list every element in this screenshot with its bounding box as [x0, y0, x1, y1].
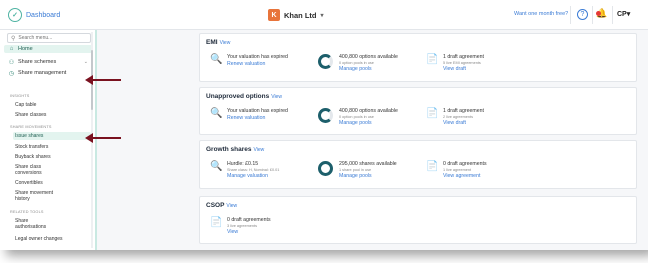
- company-badge: K: [268, 9, 280, 21]
- sidebar: ⚲ ⌂ Home ⚇ Share schemes ⌄ ◷ Share manag…: [0, 30, 97, 250]
- manage-pools-link[interactable]: Manage pools: [339, 120, 398, 127]
- sidebar-item-buyback-shares[interactable]: Buyback shares: [13, 154, 91, 160]
- document-icon: 📄: [426, 54, 439, 65]
- sidebar-item-label: Share management: [18, 70, 67, 76]
- magnifier-icon: 🔍: [210, 161, 223, 172]
- sidebar-item-label: Share schemes: [18, 59, 57, 65]
- valuation-cell: 🔍 Hurdle: £0.15 Share class: H, Nominal:…: [210, 161, 279, 180]
- card-title: EMI View: [206, 39, 231, 46]
- divider: [570, 6, 571, 24]
- emi-card: EMI View 🔍 Your valuation has expired Ren…: [199, 33, 637, 82]
- manage-pools-link[interactable]: Manage pools: [339, 173, 397, 180]
- draft-cell: 📄 1 draft agreement 2 live agreements Vi…: [426, 108, 484, 127]
- magnifier-icon: 🔍: [210, 108, 223, 119]
- sidebar-item-share-authorisations[interactable]: Share authorisations: [13, 218, 53, 230]
- draft-count: 0 draft agreements: [227, 217, 271, 223]
- chevron-down-icon: ▾: [320, 12, 324, 19]
- view-draft-link[interactable]: View draft: [443, 66, 484, 73]
- options-cell: 400,800 options available 0 option pools…: [318, 54, 398, 73]
- dashboard-link[interactable]: ✓ Dashboard: [8, 8, 60, 22]
- home-icon: ⌂: [9, 46, 14, 52]
- divider: [592, 6, 593, 24]
- top-bar: ✓ Dashboard K Khan Ltd ▾ Want one month …: [0, 0, 648, 30]
- pool-donut-icon: [318, 108, 333, 123]
- draft-count: 1 draft agreement: [443, 54, 484, 60]
- renew-valuation-link[interactable]: Renew valuation: [227, 61, 288, 68]
- document-icon: 📄: [426, 108, 439, 119]
- unapproved-view-link[interactable]: View: [271, 94, 282, 100]
- document-icon: 📄: [210, 217, 223, 228]
- view-link[interactable]: View: [227, 229, 271, 236]
- chevron-down-icon: ⌄: [83, 59, 88, 65]
- insights-heading: INSIGHTS: [10, 94, 30, 98]
- related-tools-heading: RELATED TOOLS: [10, 210, 44, 214]
- unapproved-options-card: Unapproved options View 🔍 Your valuation …: [199, 87, 637, 135]
- people-icon: ⚇: [8, 59, 15, 66]
- search-input[interactable]: [18, 35, 89, 41]
- sidebar-item-home[interactable]: ⌂ Home: [4, 45, 92, 53]
- manage-pools-link[interactable]: Manage pools: [339, 66, 398, 73]
- growth-view-link[interactable]: View: [254, 147, 265, 153]
- help-icon[interactable]: ?: [577, 9, 588, 20]
- hurdle-value: Hurdle: £0.15: [227, 161, 259, 167]
- pool-donut-icon: [318, 161, 333, 176]
- csop-card: CSOP View 📄 0 draft agreements 3 live agr…: [199, 196, 637, 244]
- share-movements-heading: SHARE MOVEMENTS: [10, 125, 52, 129]
- app-window: ✓ Dashboard K Khan Ltd ▾ Want one month …: [0, 0, 648, 250]
- company-name: Khan Ltd: [284, 10, 317, 20]
- draft-count: 0 draft agreements: [443, 161, 487, 167]
- clock-icon: ◷: [8, 71, 15, 77]
- options-available: 400,800 options available: [339, 108, 398, 114]
- shares-available: 295,000 shares available: [339, 161, 397, 167]
- view-draft-link[interactable]: View draft: [443, 120, 484, 127]
- sidebar-item-share-class-conversions[interactable]: Share class conversions: [13, 164, 63, 176]
- card-title: CSOP View: [206, 202, 238, 209]
- free-month-link[interactable]: Want one month free?: [514, 11, 568, 17]
- sidebar-item-label: Home: [18, 46, 33, 52]
- valuation-status: Your valuation has expired: [227, 54, 288, 60]
- options-cell: 400,800 options available 0 option pools…: [318, 108, 398, 127]
- search-icon: ⚲: [11, 35, 16, 42]
- sidebar-item-share-movement-history[interactable]: Share movement history: [13, 190, 63, 202]
- view-agreement-link[interactable]: View agreement: [443, 173, 487, 180]
- sidebar-item-convertibles[interactable]: Convertibles: [13, 180, 91, 186]
- draft-cell: 📄 1 draft agreement 5 live EMI agreement…: [426, 54, 484, 73]
- divider: [612, 6, 613, 24]
- sidebar-item-issue-shares[interactable]: Issue shares: [13, 132, 91, 140]
- valuation-cell: 🔍 Your valuation has expired Renew valua…: [210, 54, 288, 68]
- options-available: 400,800 options available: [339, 54, 398, 60]
- draft-count: 1 draft agreement: [443, 108, 484, 114]
- card-title: Unapproved options View: [206, 93, 282, 100]
- sidebar-item-cap-table[interactable]: Cap table: [13, 102, 91, 108]
- search-box[interactable]: ⚲: [7, 33, 91, 43]
- sidebar-item-share-management[interactable]: ◷ Share management: [4, 70, 92, 84]
- options-cell: 295,000 shares available 1 share pool in…: [318, 161, 397, 180]
- valuation-cell: 🔍 Your valuation has expired Renew valua…: [210, 108, 288, 122]
- csop-view-link[interactable]: View: [226, 203, 237, 209]
- magnifier-icon: 🔍: [210, 54, 223, 65]
- notification-dot: [596, 11, 601, 16]
- growth-shares-card: Growth shares View 🔍 Hurdle: £0.15 Share …: [199, 140, 637, 189]
- company-switcher[interactable]: K Khan Ltd ▾: [268, 9, 324, 21]
- sidebar-item-share-schemes[interactable]: ⚇ Share schemes ⌄: [4, 58, 92, 66]
- draft-cell: 📄 0 draft agreements 3 live agreements V…: [210, 217, 271, 236]
- renew-valuation-link[interactable]: Renew valuation: [227, 115, 288, 122]
- brand-logo-icon: ✓: [8, 8, 22, 22]
- user-menu[interactable]: CP▾: [617, 10, 630, 18]
- page-margin: [648, 0, 670, 263]
- valuation-status: Your valuation has expired: [227, 108, 288, 114]
- main-content: EMI View 🔍 Your valuation has expired Ren…: [99, 30, 648, 250]
- card-title: Growth shares View: [206, 146, 265, 153]
- document-icon: 📄: [426, 161, 439, 172]
- pool-donut-icon: [318, 54, 333, 69]
- sidebar-item-legal-owner-changes[interactable]: Legal owner changes: [13, 236, 63, 242]
- emi-view-link[interactable]: View: [220, 40, 231, 46]
- draft-cell: 📄 0 draft agreements 1 live agreement Vi…: [426, 161, 487, 180]
- sidebar-item-stock-transfers[interactable]: Stock transfers: [13, 144, 91, 150]
- dashboard-label: Dashboard: [26, 11, 61, 19]
- manage-valuation-link[interactable]: Manage valuation: [227, 173, 279, 180]
- sidebar-item-share-classes[interactable]: Share classes: [13, 112, 91, 118]
